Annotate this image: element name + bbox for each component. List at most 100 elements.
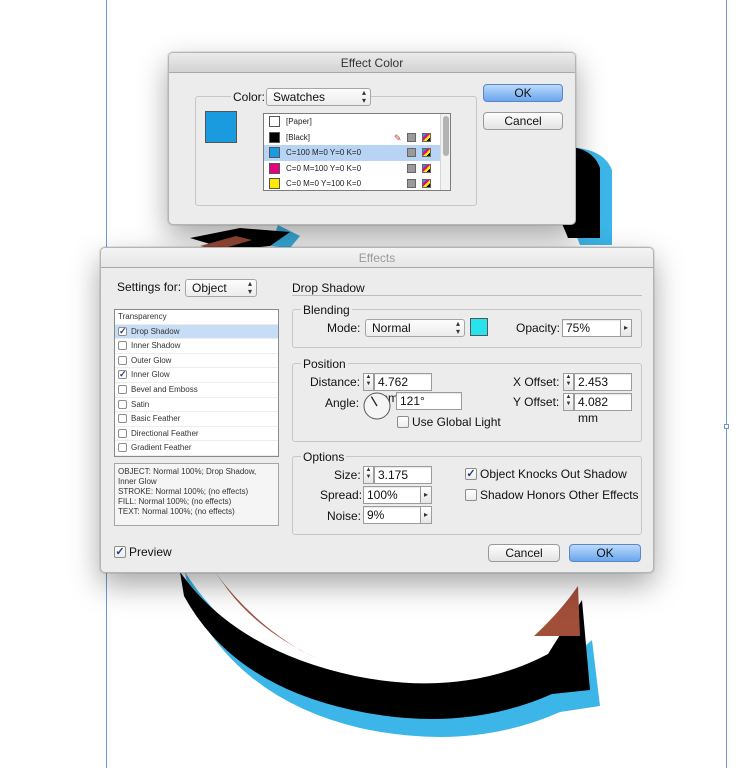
effects-list[interactable]: Transparency ✓ Drop Shadow Inner Shadow Oute… <box>114 309 279 457</box>
effects-list-item[interactable]: ✓ Inner Glow <box>115 368 278 383</box>
mode-label: Mode: <box>327 321 361 335</box>
effect-label: Basic Feather <box>131 414 181 424</box>
distance-field[interactable]: 4.762 mm <box>374 373 432 405</box>
effects-title: Effects <box>101 248 653 268</box>
no-edit-icon: ✎ <box>394 132 402 143</box>
y-offset-field[interactable]: 4.082 mm <box>574 393 632 425</box>
shadow-color-swatch[interactable] <box>470 318 488 336</box>
spread-label: Spread: <box>320 488 363 502</box>
angle-dial-icon[interactable] <box>362 391 392 421</box>
popup-arrows-icon: ▴ ▾ <box>247 279 252 296</box>
opacity-flyout-arrow[interactable]: ▸ <box>621 319 632 337</box>
effects-list-item[interactable]: Basic Feather <box>115 412 278 427</box>
swatch-row[interactable]: [Black] ✎ <box>264 130 450 146</box>
swatch-chip <box>269 178 280 189</box>
effects-cancel-button[interactable]: Cancel <box>488 544 560 562</box>
effect-checkbox[interactable] <box>118 443 127 453</box>
effects-summary: OBJECT: Normal 100%; Drop Shadow, Inner … <box>114 463 279 526</box>
effect-label: Directional Feather <box>131 428 199 438</box>
swatch-row[interactable]: C=100 M=0 Y=0 K=0 <box>264 145 450 161</box>
effect-label: Transparency <box>118 312 167 321</box>
spread-field[interactable]: 100% <box>363 486 421 504</box>
swatch-chip <box>269 131 280 143</box>
effect-color-cancel-button[interactable]: Cancel <box>483 112 563 130</box>
effects-list-item[interactable]: Gradient Feather <box>115 441 278 456</box>
color-source-select[interactable]: Swatches ▴ ▾ <box>266 88 371 106</box>
effect-checkbox[interactable]: ✓ <box>118 370 127 380</box>
effect-checkbox[interactable] <box>118 428 127 438</box>
effect-label: Gradient Feather <box>131 443 192 453</box>
preview-checkbox[interactable]: ✓ <box>114 546 126 558</box>
noise-flyout-arrow[interactable]: ▸ <box>421 506 432 524</box>
knocks-out-shadow-label: Object Knocks Out Shadow <box>480 467 627 481</box>
effect-checkbox[interactable] <box>118 341 127 351</box>
settings-for-value: Object <box>192 281 227 295</box>
scrollbar-thumb[interactable] <box>443 116 449 156</box>
spread-flyout-arrow[interactable]: ▸ <box>421 486 432 504</box>
effects-list-item[interactable]: Inner Shadow <box>115 339 278 354</box>
gray-icon <box>407 163 416 173</box>
gray-icon <box>407 148 416 157</box>
section-divider <box>292 295 642 296</box>
swatch-name: C=0 M=100 Y=0 K=0 <box>286 163 362 173</box>
effects-ok-button[interactable]: OK <box>569 544 641 562</box>
effects-list-item[interactable]: Outer Glow <box>115 354 278 369</box>
cmyk-icon <box>422 148 431 157</box>
cmyk-icon <box>422 163 431 173</box>
effects-list-item[interactable]: Directional Feather <box>115 427 278 442</box>
swatch-name: C=0 M=0 Y=100 K=0 <box>286 179 362 188</box>
gray-icon <box>407 132 416 142</box>
effect-label: Inner Shadow <box>131 341 181 351</box>
x-offset-field[interactable]: 2.453 mm <box>574 373 632 405</box>
x-offset-stepper[interactable]: ▲ ▼ <box>563 373 574 391</box>
effect-color-ok-button[interactable]: OK <box>483 84 563 102</box>
distance-stepper[interactable]: ▲ ▼ <box>363 373 374 391</box>
size-field[interactable]: 3.175 mm <box>374 466 432 498</box>
effects-list-item[interactable]: ✓ Drop Shadow <box>115 324 278 340</box>
effect-label: Satin <box>131 399 150 409</box>
swatch-name: [Black] <box>286 132 311 142</box>
settings-for-select[interactable]: Object ▴ ▾ <box>185 279 257 297</box>
effect-checkbox[interactable]: ✓ <box>118 326 127 336</box>
color-label: Color: <box>231 90 268 104</box>
popup-arrows-icon: ▴ ▾ <box>455 319 460 336</box>
knocks-out-shadow-checkbox[interactable]: ✓ <box>465 468 477 480</box>
y-offset-stepper[interactable]: ▲ ▼ <box>563 393 574 411</box>
swatch-row[interactable]: C=0 M=0 Y=100 K=0 <box>264 176 450 192</box>
use-global-light-label: Use Global Light <box>412 415 501 429</box>
honors-other-effects-checkbox[interactable] <box>465 489 477 501</box>
use-global-light-checkbox[interactable] <box>397 416 409 428</box>
noise-label: Noise: <box>327 509 362 523</box>
opacity-field[interactable]: 75% <box>562 319 621 337</box>
effect-checkbox[interactable] <box>118 355 127 365</box>
swatch-row[interactable]: C=0 M=100 Y=0 K=0 <box>264 161 450 177</box>
size-label: Size: <box>334 468 361 482</box>
swatch-row[interactable]: [Paper] <box>264 114 450 130</box>
blend-mode-select[interactable]: Normal ▴ ▾ <box>365 319 465 337</box>
swatch-name: C=100 M=0 Y=0 K=0 <box>286 148 362 157</box>
effects-list-header[interactable]: Transparency <box>115 310 278 325</box>
blend-mode-value: Normal <box>372 321 411 335</box>
section-title: Drop Shadow <box>292 281 365 295</box>
angle-label: Angle: <box>325 396 360 410</box>
swatch-list[interactable]: [Paper] [Black] ✎ C=100 M=0 Y=0 K=0 C=0 M=10… <box>263 113 451 191</box>
effect-checkbox[interactable] <box>118 384 127 394</box>
effects-list-item[interactable]: Bevel and Emboss <box>115 383 278 398</box>
opacity-label: Opacity: <box>516 321 561 335</box>
color-source-value: Swatches <box>273 90 326 104</box>
summary-fill: FILL: Normal 100%; (no effects) <box>118 497 232 506</box>
popup-arrows-icon: ▴ ▾ <box>361 88 366 105</box>
noise-field[interactable]: 9% <box>363 506 421 524</box>
effects-list-item[interactable]: Satin <box>115 398 278 413</box>
gray-icon <box>407 179 416 188</box>
swatch-list-scrollbar[interactable] <box>440 114 450 190</box>
size-stepper[interactable]: ▲ ▼ <box>363 466 374 484</box>
cmyk-icon <box>422 132 431 142</box>
effect-checkbox[interactable] <box>118 399 127 409</box>
angle-field[interactable]: 121° <box>396 392 462 410</box>
current-color-preview <box>205 111 237 143</box>
preview-label: Preview <box>129 545 172 559</box>
effect-checkbox[interactable] <box>118 414 127 424</box>
artwork-inner-counter <box>260 572 530 666</box>
swatch-chip <box>269 147 280 158</box>
